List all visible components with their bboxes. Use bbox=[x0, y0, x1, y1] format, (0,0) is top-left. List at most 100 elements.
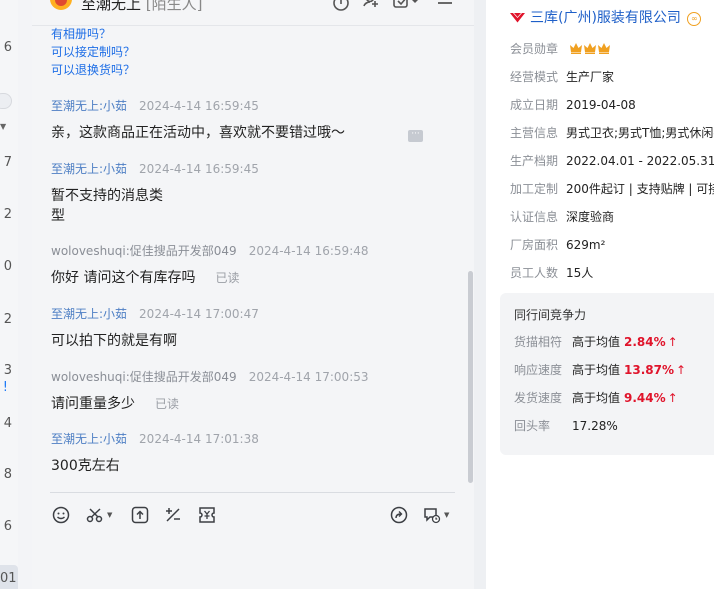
chat-header: 至潮无上 [陌生人] bbox=[32, 0, 474, 26]
message-sender[interactable]: woloveshuqi:促佳搜品开发部049 bbox=[51, 244, 237, 258]
message-body: 请问重量多少 bbox=[51, 396, 135, 412]
info-value: 男式卫衣;男式T恤;男式休闲裤 bbox=[566, 126, 714, 140]
message-time: 2024-4-14 17:00:47 bbox=[139, 307, 259, 321]
competitiveness-card: 同行间竞争力 货描相符 高于均值 2.84% ↑ 响应速度 高于均值 13.87% ↑ 发货… bbox=[500, 293, 714, 455]
crown-icon bbox=[569, 43, 582, 54]
screenshot-icon[interactable]: ▼ bbox=[86, 505, 112, 525]
info-value: 生产厂家 bbox=[566, 70, 615, 84]
shop-name-text[interactable]: 三库(广州)服装有限公司 bbox=[530, 10, 681, 26]
compete-pct: 2.84% bbox=[624, 335, 666, 349]
info-value: 629m² bbox=[566, 238, 606, 252]
emoji-icon[interactable] bbox=[52, 505, 70, 525]
info-key: 成立日期 bbox=[510, 98, 559, 112]
info-row-customization: 加工定制 200件起订 | 支持贴牌 | 可接急单 bbox=[510, 180, 714, 197]
message: 至潮无上:小茹 2024-4-14 17:01:38 300克左右 bbox=[51, 430, 451, 476]
info-key: 主营信息 bbox=[510, 126, 559, 140]
discount-icon[interactable] bbox=[164, 505, 182, 525]
message: woloveshuqi:促佳搜品开发部049 2024-4-14 17:00:53… bbox=[51, 368, 451, 414]
share-icon[interactable] bbox=[390, 505, 408, 525]
coupon-icon[interactable] bbox=[198, 505, 216, 525]
list-count: 4 bbox=[3, 416, 12, 431]
message-text-line: 暂不支持的消息类 bbox=[51, 188, 163, 204]
list-count: 2 bbox=[3, 312, 12, 327]
message-sender[interactable]: 至潮无上:小茹 bbox=[51, 99, 127, 113]
info-key: 员工人数 bbox=[510, 266, 559, 280]
shop-name[interactable]: 三库(广州)服装有限公司 ∞ bbox=[510, 7, 702, 27]
send-card-icon[interactable] bbox=[392, 0, 420, 12]
list-badge-count: 6 bbox=[3, 40, 12, 55]
list-count: 0 bbox=[3, 259, 12, 274]
arrow-up-icon: ↑ bbox=[676, 363, 687, 377]
compete-row-response: 响应速度 高于均值 13.87% ↑ bbox=[514, 361, 686, 378]
message-sender[interactable]: 至潮无上:小茹 bbox=[51, 307, 127, 321]
upload-file-icon[interactable] bbox=[131, 505, 149, 525]
message-sender[interactable]: 至潮无上:小茹 bbox=[51, 432, 127, 446]
competitiveness-title: 同行间竞争力 bbox=[514, 308, 587, 322]
info-key: 生产档期 bbox=[510, 154, 559, 168]
contact-name: 至潮无上 bbox=[81, 0, 142, 13]
compete-key: 响应速度 bbox=[514, 363, 563, 377]
medal-icons bbox=[569, 42, 612, 56]
message-time: 2024-4-14 16:59:48 bbox=[248, 244, 369, 258]
compete-value: 高于均值 bbox=[572, 363, 621, 377]
info-key: 认证信息 bbox=[510, 210, 559, 224]
input-area[interactable]: ▼ ▼ bbox=[32, 491, 474, 589]
info-value: 深度验商 bbox=[566, 210, 615, 224]
more-icon[interactable]: ··· bbox=[408, 130, 423, 142]
read-status: 已读 bbox=[215, 271, 240, 285]
message-time: 2024-4-14 17:00:53 bbox=[248, 370, 369, 384]
read-status: 已读 bbox=[155, 397, 180, 411]
info-row-main-products: 主营信息 男式卫衣;男式T恤;男式休闲裤 bbox=[510, 124, 714, 141]
faq-link-return[interactable]: 可以退换货吗？ bbox=[51, 61, 135, 78]
menu-icon[interactable] bbox=[436, 0, 454, 12]
chevron-down-icon[interactable]: ▼ bbox=[107, 505, 112, 525]
chevron-down-icon[interactable]: ▼ bbox=[0, 122, 6, 131]
info-icon[interactable] bbox=[332, 0, 350, 12]
message-text: 300克左右 bbox=[51, 458, 120, 474]
scrollbar-thumb[interactable] bbox=[468, 271, 473, 483]
list-count: 01 bbox=[0, 571, 17, 586]
verified-badge-icon: ∞ bbox=[687, 12, 702, 26]
list-count: 6 bbox=[3, 519, 12, 534]
divider bbox=[50, 492, 455, 493]
quick-reply-icon[interactable]: ▼ bbox=[423, 505, 449, 525]
compete-value: 高于均值 bbox=[572, 391, 621, 405]
arrow-up-icon: ↑ bbox=[667, 391, 678, 405]
info-value: 2019-04-08 bbox=[566, 98, 636, 112]
info-key: 加工定制 bbox=[510, 182, 559, 196]
chat-panel: 至潮无上 [陌生人] 有相册吗？ 可以接定制吗？ 可以退换货吗？ 至潮无上:小茹… bbox=[32, 0, 474, 589]
add-contact-icon[interactable] bbox=[362, 0, 380, 12]
compete-row-shipping: 发货速度 高于均值 9.44% ↑ bbox=[514, 389, 678, 406]
list-count: 2 bbox=[3, 207, 12, 222]
message-sender[interactable]: 至潮无上:小茹 bbox=[51, 162, 127, 176]
message-list[interactable]: 有相册吗？ 可以接定制吗？ 可以退换货吗？ 至潮无上:小茹 2024-4-14 1… bbox=[32, 26, 474, 491]
faq-link-album[interactable]: 有相册吗？ bbox=[51, 26, 111, 42]
chevron-down-icon[interactable]: ▼ bbox=[444, 505, 449, 525]
message-time: 2024-4-14 16:59:45 bbox=[139, 99, 259, 113]
message-text: 亲，这款商品正在活动中，喜欢就不要错过哦～ bbox=[51, 125, 345, 141]
shop-logo-icon bbox=[510, 11, 525, 23]
message-sender[interactable]: woloveshuqi:促佳搜品开发部049 bbox=[51, 370, 237, 384]
faq-link-custom[interactable]: 可以接定制吗？ bbox=[51, 43, 135, 60]
message-time: 2024-4-14 16:59:45 bbox=[139, 162, 259, 176]
info-key: 经营模式 bbox=[510, 70, 559, 84]
message: woloveshuqi:促佳搜品开发部049 2024-4-14 16:59:48… bbox=[51, 242, 451, 288]
compete-key: 发货速度 bbox=[514, 391, 563, 405]
info-value: 2022.04.01 - 2022.05.31 bbox=[566, 154, 714, 168]
list-count: 8 bbox=[3, 467, 12, 482]
crown-icon bbox=[583, 43, 596, 54]
info-key: 厂房面积 bbox=[510, 238, 559, 252]
message-text: 暂不支持的消息类 型 bbox=[51, 186, 451, 226]
compete-key: 回头率 bbox=[514, 419, 551, 433]
message-body: 你好 请问这个有库存吗 bbox=[51, 270, 196, 286]
message-text: 你好 请问这个有库存吗 已读 bbox=[51, 268, 451, 288]
info-row-employees: 员工人数 15人 bbox=[510, 264, 593, 281]
list-count: 3 bbox=[3, 363, 12, 378]
crown-icon bbox=[597, 43, 610, 54]
compete-value: 高于均值 bbox=[572, 335, 621, 349]
list-toggle[interactable] bbox=[0, 93, 12, 109]
message: 至潮无上:小茹 2024-4-14 16:59:45 亲，这款商品正在活动中，喜欢… bbox=[51, 97, 451, 143]
arrow-up-icon: ↑ bbox=[667, 335, 678, 349]
panel-divider bbox=[474, 0, 486, 589]
avatar[interactable] bbox=[50, 0, 72, 10]
